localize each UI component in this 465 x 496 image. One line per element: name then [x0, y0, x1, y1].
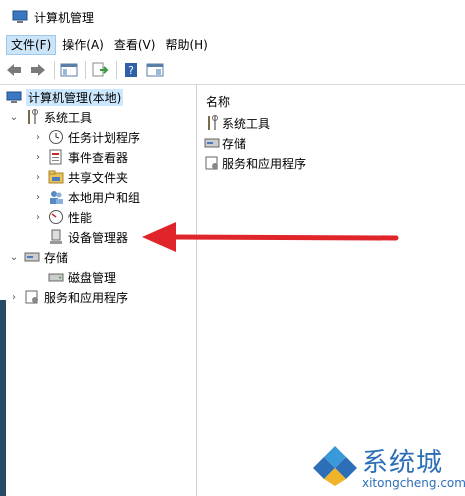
watermark: 系统城 xitongcheng.com: [308, 434, 465, 496]
annotation-arrow-icon: [142, 222, 399, 252]
windows-logo-icon: [312, 442, 358, 488]
watermark-brand-en: xitongcheng.com: [362, 476, 465, 490]
watermark-brand-cn: 系统城: [362, 448, 444, 478]
